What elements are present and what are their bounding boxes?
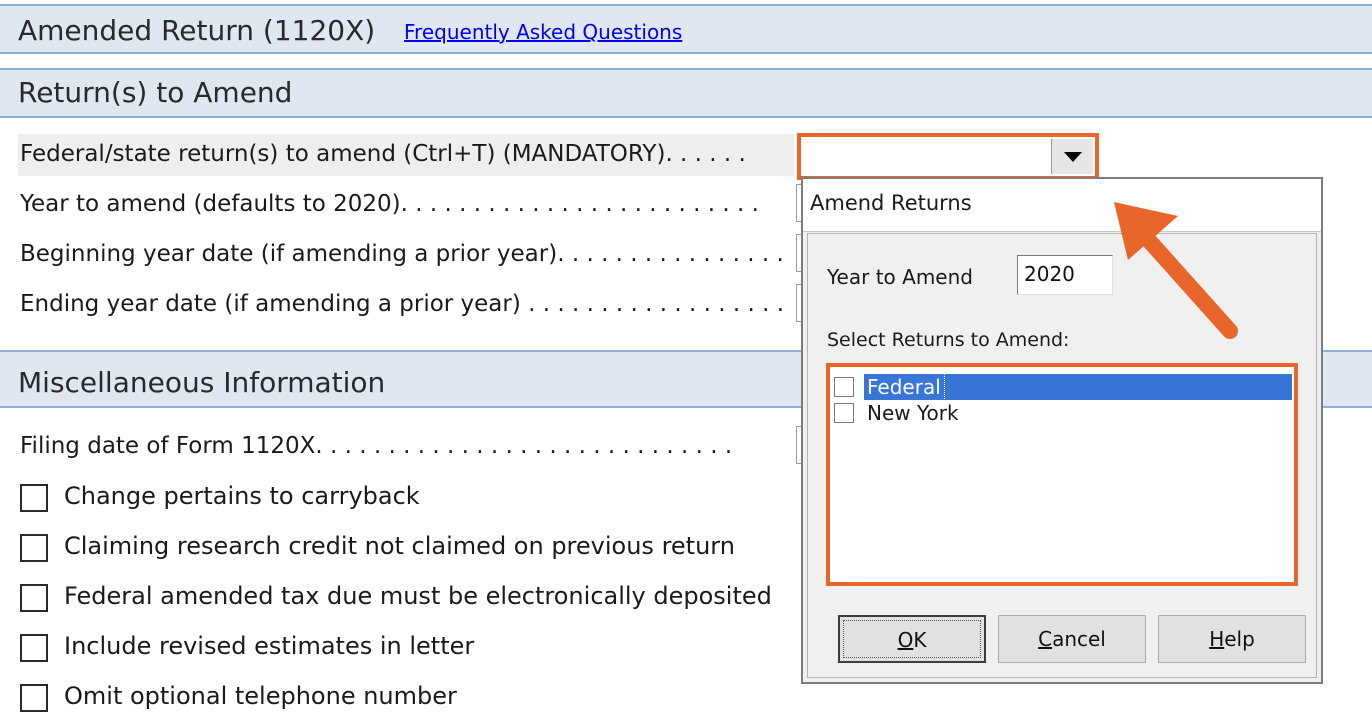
cancel-label-rest: ancel [1052, 627, 1106, 651]
year-to-amend-label: Year to Amend [827, 265, 973, 289]
dialog-title: Amend Returns [810, 191, 972, 215]
ok-button[interactable]: OK [838, 615, 986, 663]
checkbox-research-credit[interactable] [20, 534, 48, 562]
checkbox-new-york[interactable] [834, 403, 854, 423]
header-bar: Amended Return (1120X) Frequently Asked … [0, 4, 1372, 54]
field-row-ending-date: Ending year date (if amending a prior ye… [18, 284, 794, 326]
select-returns-label: Select Returns to Amend: [827, 329, 1070, 351]
field-label-filing-date: Filing date of Form 1120X. . . . . . . .… [20, 433, 733, 459]
field-row-beginning-date: Beginning year date (if amending a prior… [18, 234, 794, 276]
field-row-filing-date: Filing date of Form 1120X. . . . . . . .… [18, 426, 794, 468]
field-row-year-to-amend: Year to amend (defaults to 2020). . . . … [18, 184, 794, 226]
field-label-ending-date: Ending year date (if amending a prior ye… [20, 291, 785, 317]
checkbox-carryback[interactable] [20, 484, 48, 512]
list-item-new-york[interactable]: New York [834, 400, 1296, 426]
help-label-rest: elp [1224, 627, 1255, 651]
list-item-federal[interactable]: Federal [834, 373, 1296, 401]
page-title: Amended Return (1120X) [18, 14, 376, 47]
checkbox-label: Omit optional telephone number [64, 682, 457, 710]
checkbox-omit-telephone[interactable] [20, 684, 48, 712]
checkbox-federal[interactable] [834, 377, 854, 397]
help-mnemonic: H [1209, 627, 1225, 651]
cancel-button[interactable]: Cancel [998, 615, 1146, 663]
year-to-amend-field[interactable]: 2020 [1017, 255, 1113, 295]
section-title-amend: Return(s) to Amend [18, 76, 293, 109]
section-header-amend: Return(s) to Amend [0, 68, 1372, 118]
checkbox-revised-estimates[interactable] [20, 634, 48, 662]
checkbox-label: Claiming research credit not claimed on … [64, 532, 735, 560]
section-title-misc: Miscellaneous Information [18, 366, 386, 399]
field-label-year-to-amend: Year to amend (defaults to 2020). . . . … [20, 191, 759, 217]
focus-rect [843, 620, 981, 658]
chevron-down-icon [1063, 151, 1082, 162]
help-button[interactable]: Help [1158, 615, 1306, 663]
returns-to-amend-combo[interactable] [797, 133, 1099, 180]
cancel-mnemonic: C [1038, 627, 1053, 651]
field-label-returns-to-amend: Federal/state return(s) to amend (Ctrl+T… [20, 141, 746, 167]
field-row-returns-to-amend: Federal/state return(s) to amend (Ctrl+T… [18, 134, 794, 176]
checkbox-label: Change pertains to carryback [64, 482, 420, 510]
list-item-label: Federal [863, 373, 945, 401]
dropdown-button[interactable] [1051, 139, 1093, 174]
checkbox-label: Include revised estimates in letter [64, 632, 475, 660]
returns-to-amend-combo-field[interactable] [803, 139, 1047, 174]
annotation-arrow-icon [1114, 202, 1238, 339]
field-label-beginning-date: Beginning year date (if amending a prior… [20, 241, 784, 267]
checkbox-electronic-deposit[interactable] [20, 584, 48, 612]
list-item-label: New York [867, 401, 959, 425]
checkbox-label: Federal amended tax due must be electron… [64, 582, 772, 610]
faq-link[interactable]: Frequently Asked Questions [404, 20, 682, 44]
returns-list: Federal New York [826, 363, 1298, 586]
